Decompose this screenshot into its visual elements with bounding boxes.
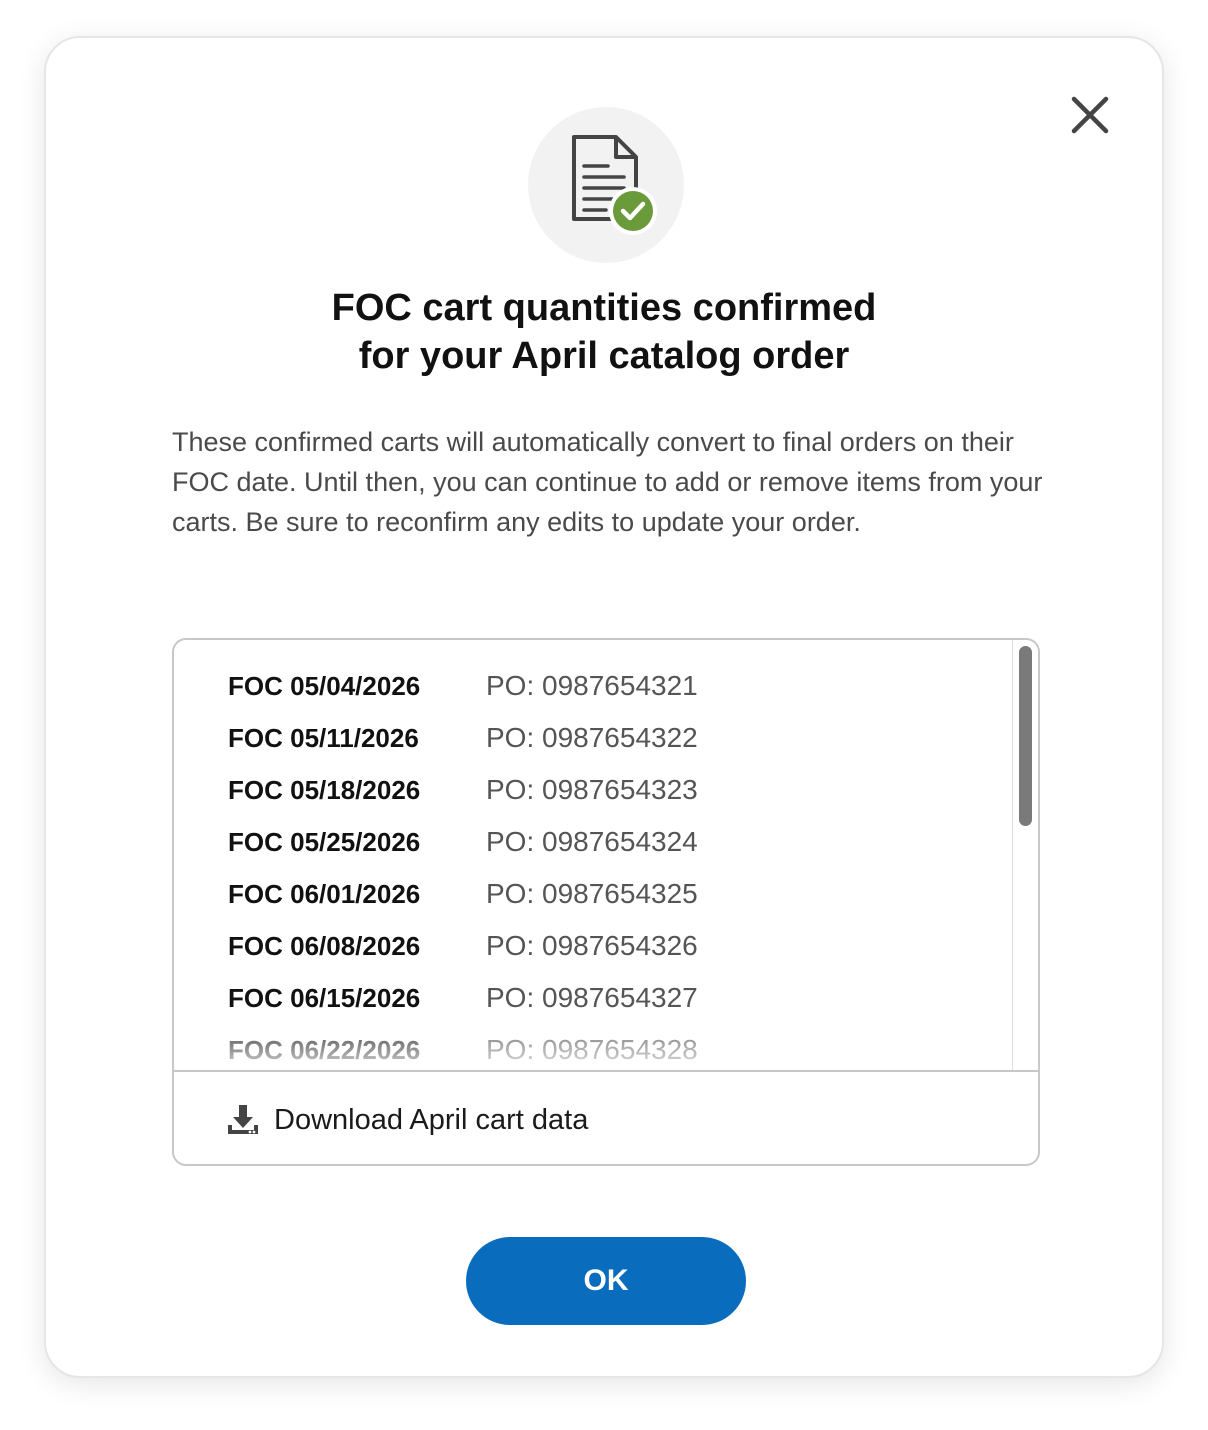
po-number: PO: 0987654327 xyxy=(486,982,698,1013)
foc-date: FOC 05/18/2026 xyxy=(228,775,421,805)
close-icon xyxy=(1071,96,1109,134)
po-number: PO: 0987654321 xyxy=(486,670,698,701)
confirmation-modal: FOC cart quantities confirmed for your A… xyxy=(44,36,1164,1378)
po-number: PO: 0987654323 xyxy=(486,774,698,805)
modal-title: FOC cart quantities confirmed for your A… xyxy=(46,284,1162,380)
cart-list-panel: FOC 05/04/2026 PO: 0987654321 FOC 05/11/… xyxy=(172,638,1040,1166)
title-line-1: FOC cart quantities confirmed xyxy=(331,287,877,329)
panel-divider xyxy=(174,1070,1038,1072)
po-number: PO: 0987654322 xyxy=(486,722,698,753)
po-number: PO: 0987654324 xyxy=(486,826,698,857)
po-number: PO: 0987654326 xyxy=(486,930,698,961)
document-check-icon xyxy=(572,135,657,235)
foc-date: FOC 05/04/2026 xyxy=(228,671,421,701)
modal-description: These confirmed carts will automatically… xyxy=(172,427,1043,537)
ok-button[interactable]: OK xyxy=(466,1237,746,1325)
foc-date: FOC 06/01/2026 xyxy=(228,879,421,909)
download-label: Download April cart data xyxy=(274,1103,589,1136)
download-cart-data-link[interactable]: Download April cart data xyxy=(226,1098,588,1142)
foc-date: FOC 06/15/2026 xyxy=(228,983,421,1013)
foc-date: FOC 06/08/2026 xyxy=(228,931,421,961)
foc-date: FOC 05/11/2026 xyxy=(228,723,419,753)
download-icon xyxy=(228,1105,258,1134)
po-number: PO: 0987654328 xyxy=(486,1034,698,1065)
cart-list[interactable]: FOC 05/04/2026 PO: 0987654321 FOC 05/11/… xyxy=(174,640,1012,1070)
foc-date: FOC 06/22/2026 xyxy=(228,1035,421,1065)
close-button[interactable] xyxy=(1066,91,1114,139)
title-line-2: for your April catalog order xyxy=(358,335,850,377)
list-scrollbar[interactable] xyxy=(1012,640,1038,1070)
po-number: PO: 0987654325 xyxy=(486,878,698,909)
hero-icon-circle xyxy=(528,107,684,263)
scrollbar-thumb[interactable] xyxy=(1019,646,1032,826)
foc-date: FOC 05/25/2026 xyxy=(228,827,421,857)
